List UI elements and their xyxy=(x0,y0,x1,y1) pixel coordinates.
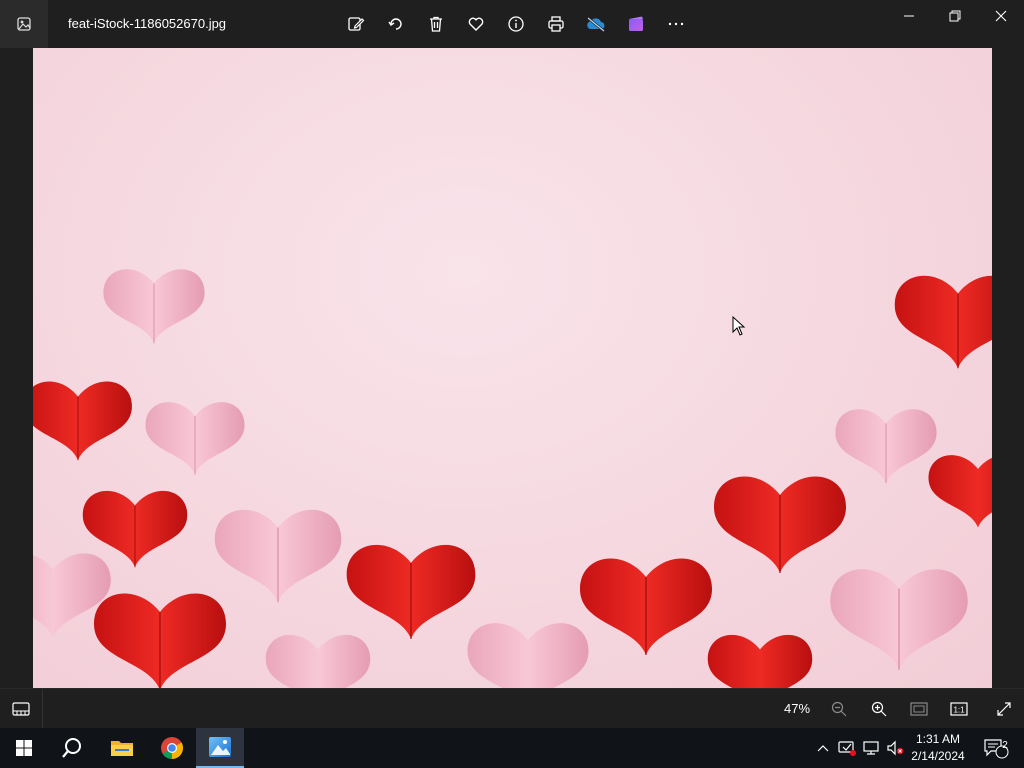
close-icon[interactable] xyxy=(978,0,1024,32)
network-icon[interactable] xyxy=(860,728,882,768)
file-explorer-icon[interactable] xyxy=(98,728,146,768)
clock-date: 2/14/2024 xyxy=(911,749,965,763)
red-heart xyxy=(928,455,992,528)
image-canvas[interactable] xyxy=(0,48,1024,688)
volume-muted-icon[interactable] xyxy=(884,728,906,768)
notification-count-badge: 2 xyxy=(1002,740,1008,751)
photos-icon[interactable] xyxy=(196,728,244,768)
minimize-icon[interactable] xyxy=(886,0,932,32)
video-editor-icon[interactable] xyxy=(620,8,652,40)
red-heart xyxy=(94,593,226,688)
svg-text:1:1: 1:1 xyxy=(953,706,965,715)
full-screen-icon[interactable] xyxy=(990,695,1018,723)
rotate-icon[interactable] xyxy=(380,8,412,40)
zoom-level[interactable]: 47% xyxy=(784,701,810,716)
windows-start-icon[interactable] xyxy=(0,728,48,768)
delete-icon[interactable] xyxy=(420,8,452,40)
toolbar xyxy=(340,8,692,40)
file-name: feat-iStock-1186052670.jpg xyxy=(68,16,227,31)
more-icon[interactable] xyxy=(660,8,692,40)
red-heart xyxy=(82,490,188,568)
restore-icon[interactable] xyxy=(932,0,978,32)
red-heart xyxy=(714,476,846,574)
photos-app-icon[interactable] xyxy=(0,0,48,48)
red-heart xyxy=(33,381,132,461)
pink-heart xyxy=(103,269,205,344)
photo-valentine-hearts xyxy=(33,48,992,688)
red-heart xyxy=(580,558,712,656)
filmstrip-icon[interactable] xyxy=(0,689,43,729)
taskbar: 1:31 AM 2/14/2024 2 xyxy=(0,728,1024,768)
pink-heart xyxy=(145,402,245,475)
window-controls xyxy=(886,0,1024,32)
show-hidden-icons-icon[interactable] xyxy=(812,728,834,768)
actual-size-icon[interactable]: 1:1 xyxy=(945,695,973,723)
print-icon[interactable] xyxy=(540,8,572,40)
clock-time: 1:31 AM xyxy=(915,732,961,746)
notification-center-icon[interactable]: 2 xyxy=(978,728,1014,768)
mouse-cursor-icon xyxy=(732,315,746,341)
red-heart xyxy=(894,275,992,369)
status-bar: 47% 1:1 xyxy=(0,688,1024,729)
zoom-in-icon[interactable] xyxy=(865,695,893,723)
defender-icon[interactable] xyxy=(836,728,858,768)
taskbar-clock[interactable]: 1:31 AM 2/14/2024 xyxy=(906,731,970,765)
onedrive-icon[interactable] xyxy=(580,8,612,40)
info-icon[interactable] xyxy=(500,8,532,40)
title-bar: feat-iStock-1186052670.jpg xyxy=(0,0,1024,48)
red-heart xyxy=(707,634,813,688)
search-icon[interactable] xyxy=(48,728,96,768)
pink-heart xyxy=(467,623,589,688)
hearts-illustration xyxy=(33,269,992,688)
favorite-icon[interactable] xyxy=(460,8,492,40)
pink-heart xyxy=(214,509,342,603)
red-heart xyxy=(346,544,476,639)
edit-image-icon[interactable] xyxy=(340,8,372,40)
chrome-icon[interactable] xyxy=(148,728,196,768)
pink-heart xyxy=(830,569,968,670)
pink-heart xyxy=(265,634,371,688)
fit-to-window-icon[interactable] xyxy=(905,695,933,723)
zoom-out-icon[interactable] xyxy=(825,695,853,723)
pink-heart xyxy=(835,409,937,484)
